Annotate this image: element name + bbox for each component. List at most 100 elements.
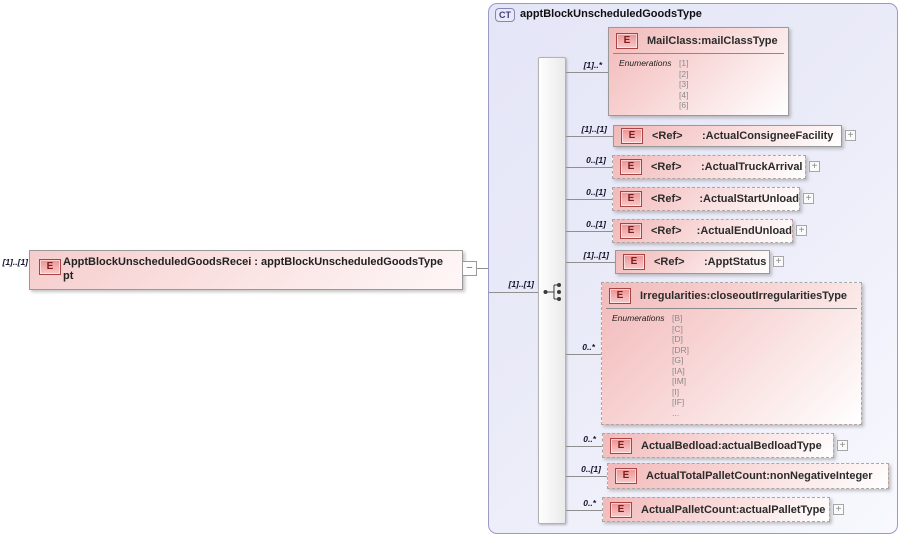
enumerations-values: [B] [C] [D] [DR] [G] [IA] [IM] [I] [IF]... [672, 313, 689, 418]
connector-line-actualstartunload [566, 199, 612, 200]
element-box-actualtruckarrival[interactable]: E <Ref>: ActualTruckArrival [612, 155, 806, 179]
cardinality-label-actualpalletcount: 0..* [583, 498, 596, 508]
element-badge-icon: E [620, 159, 642, 175]
element-name: Irregularities [640, 289, 707, 302]
connector-line-actualtruckarrival [566, 167, 612, 168]
root-element-label-line2: pt [63, 269, 74, 282]
element-type: ActualStartUnload [703, 193, 799, 205]
expand-toggle-icon[interactable]: + [809, 161, 820, 172]
connector-line-irregularities [566, 354, 601, 355]
expand-toggle-icon[interactable]: + [803, 193, 814, 204]
element-name: ActualTotalPalletCount [646, 470, 767, 482]
element-name: ActualPalletCount [641, 503, 736, 516]
element-name: <Ref> [651, 161, 682, 173]
root-element-label: ApptBlockUnscheduledGoodsRecei : apptBlo… [63, 256, 443, 283]
enumeration-value: [3] [679, 79, 689, 89]
element-type: closeoutIrregularitiesType [710, 289, 848, 302]
element-type: ActualEndUnload [700, 225, 792, 237]
cardinality-label-actualendunload: 0..[1] [586, 219, 606, 229]
enumerations-block: Enumerations [1] [2] [3] [4] [6] [609, 56, 788, 111]
enumeration-value: [C] [672, 323, 683, 334]
element-row-mailclass: E MailClass : mailClassType [609, 28, 788, 53]
element-name: <Ref> [652, 130, 683, 142]
enumeration-value: [D] [672, 334, 683, 344]
element-box-actualconsigneefacility[interactable]: E <Ref>: ActualConsigneeFacility [613, 125, 842, 147]
enumeration-value: [6] [679, 100, 689, 110]
connector-line-actualpalletcount [566, 510, 602, 511]
root-element-box[interactable]: E ApptBlockUnscheduledGoodsRecei : apptB… [29, 250, 463, 290]
element-box-actualtotalpalletcount[interactable]: E ActualTotalPalletCount : nonNegativeInt… [607, 463, 889, 489]
element-badge-icon: E [39, 259, 61, 275]
enumeration-value: [1] [679, 58, 689, 68]
expand-toggle-icon[interactable]: + [796, 225, 807, 236]
complex-type-badge: CT [495, 8, 515, 22]
element-row-actualconsigneefacility: E <Ref>: ActualConsigneeFacility [614, 126, 841, 146]
enumeration-value: ... [672, 407, 680, 418]
element-name: <Ref> [651, 193, 682, 205]
element-row-actualendunload: E <Ref>: ActualEndUnload [613, 220, 792, 242]
enumeration-value: [IM] [672, 376, 687, 386]
enumeration-value: [B] [672, 313, 683, 323]
connector-line-actualbedload [566, 446, 602, 447]
root-element-label-line1: ApptBlockUnscheduledGoodsRecei : apptBlo… [63, 256, 443, 268]
enumerations-label: Enumerations [619, 58, 672, 68]
element-type: actualPalletType [739, 503, 826, 516]
element-type: actualBedloadType [721, 439, 822, 452]
expand-toggle-icon[interactable]: + [837, 440, 848, 451]
enumeration-value: [4] [679, 89, 689, 100]
element-box-actualendunload[interactable]: E <Ref>: ActualEndUnload [612, 219, 793, 243]
cardinality-label-mailclass: [1]..* [583, 60, 602, 70]
element-badge-icon: E [621, 128, 643, 144]
xsd-schema-diagram: [1]..[1] E ApptBlockUnscheduledGoodsRece… [0, 0, 901, 539]
element-badge-icon: E [615, 468, 637, 484]
enumerations-values: [1] [2] [3] [4] [6] [679, 58, 688, 111]
element-type: ActualConsigneeFacility [705, 130, 834, 142]
element-row-apptstatus: E <Ref>: ApptStatus [616, 251, 769, 273]
expand-toggle-icon[interactable]: + [773, 256, 784, 267]
enumeration-value: [IF] [672, 397, 685, 407]
enumeration-value: [G] [672, 355, 684, 365]
element-name: ActualBedload [641, 439, 719, 452]
sequence-cardinality-label: [1]..[1] [508, 279, 535, 289]
cardinality-label-actualbedload: 0..* [583, 434, 596, 444]
element-type: ActualTruckArrival [704, 161, 803, 173]
element-row-actualpalletcount: E ActualPalletCount : actualPalletType [603, 498, 829, 521]
enum-divider [613, 53, 784, 54]
cardinality-label-irregularities: 0..* [582, 342, 595, 352]
element-box-mailclass[interactable]: E MailClass : mailClassType Enumerations [1… [608, 27, 789, 116]
complex-type-title: apptBlockUnscheduledGoodsType [520, 8, 702, 20]
element-box-irregularities[interactable]: E Irregularities : closeoutIrregularities… [601, 282, 862, 425]
cardinality-label-apptstatus: [1]..[1] [583, 250, 610, 260]
cardinality-label-actualconsigneefacility: [1]..[1] [581, 124, 608, 134]
element-row-actualtotalpalletcount: E ActualTotalPalletCount : nonNegativeInt… [608, 464, 888, 488]
element-badge-icon: E [620, 223, 642, 239]
element-row-actualtruckarrival: E <Ref>: ActualTruckArrival [613, 156, 805, 178]
element-badge-icon: E [620, 191, 642, 207]
element-badge-icon: E [610, 437, 632, 454]
element-row-irregularities: E Irregularities : closeoutIrregularities… [602, 283, 861, 308]
enumerations-block: Enumerations [B] [C] [D] [DR] [G] [IA] [IM] [I][… [602, 311, 861, 418]
element-badge-icon: E [610, 501, 632, 518]
collapse-toggle-icon[interactable]: − [462, 261, 477, 276]
enumeration-value: [DR] [672, 344, 689, 355]
element-box-actualstartunload[interactable]: E <Ref>: ActualStartUnload [612, 187, 800, 211]
expand-toggle-icon[interactable]: + [833, 504, 844, 515]
enumeration-value: [IA] [672, 365, 685, 376]
element-box-apptstatus[interactable]: E <Ref>: ApptStatus [615, 250, 770, 274]
element-box-actualpalletcount[interactable]: E ActualPalletCount : actualPalletType [602, 497, 830, 522]
enum-divider [606, 308, 857, 309]
element-name: <Ref> [654, 256, 685, 268]
enumerations-label: Enumerations [612, 313, 665, 323]
element-row-actualstartunload: E <Ref>: ActualStartUnload [613, 188, 799, 210]
element-row-actualbedload: E ActualBedload : actualBedloadType [603, 434, 833, 457]
element-name: MailClass [647, 34, 698, 47]
root-cardinality-label: [1]..[1] [2, 257, 29, 267]
element-type: ApptStatus [707, 256, 767, 268]
cardinality-label-actualtruckarrival: 0..[1] [586, 155, 606, 165]
enumeration-value: [I] [672, 386, 680, 397]
element-box-actualbedload[interactable]: E ActualBedload : actualBedloadType [602, 433, 834, 458]
connector-line-mailclass [566, 72, 608, 73]
connector-line-apptstatus [566, 262, 615, 263]
element-type: mailClassType [701, 34, 778, 47]
expand-toggle-icon[interactable]: + [845, 130, 856, 141]
